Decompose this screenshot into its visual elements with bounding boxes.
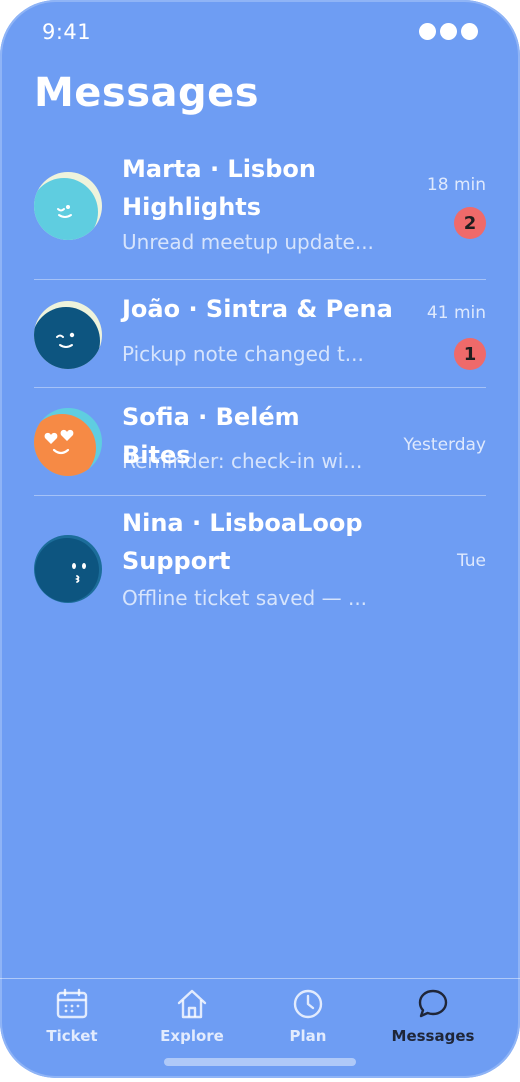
- status-dot: [440, 23, 457, 40]
- chat-bubble-icon: [418, 989, 448, 1018]
- phone-screen: 9:41 Messages Marta · Lisbon Highlights …: [0, 0, 520, 1078]
- home-indicator[interactable]: [164, 1058, 356, 1066]
- conversation-time: 18 min: [426, 175, 486, 195]
- tab-ticket[interactable]: Ticket: [12, 987, 132, 1045]
- conversation-name: Marta · Lisbon Highlights: [122, 155, 316, 221]
- home-icon: [177, 989, 207, 1019]
- conversation-name: Nina · LisboaLoop Support: [122, 509, 363, 575]
- wink-face-icon: [34, 301, 102, 369]
- tab-label: Ticket: [46, 1027, 98, 1045]
- conversation-time: Tue: [456, 551, 486, 571]
- conversation-time: Yesterday: [403, 435, 486, 455]
- conversation-preview: Reminder: check-in wi...: [122, 449, 363, 473]
- conversation-row-nina[interactable]: Nina · LisboaLoop Support Offline ticket…: [34, 496, 486, 636]
- status-time: 9:41: [42, 20, 92, 44]
- tab-explore[interactable]: Explore: [132, 987, 252, 1045]
- kiss-face-icon: [34, 535, 102, 603]
- calendar-icon: [56, 988, 88, 1019]
- conversation-preview: Unread meetup update...: [122, 230, 374, 254]
- conversation-time: 41 min: [426, 303, 486, 323]
- heart-eyes-face-icon: [34, 408, 102, 476]
- conversation-name: João · Sintra & Pena: [122, 295, 393, 323]
- wink-face-icon: [34, 172, 102, 240]
- clock-icon: [293, 989, 323, 1019]
- status-dot: [461, 23, 478, 40]
- page-title: Messages: [34, 70, 260, 116]
- tab-label: Plan: [289, 1027, 327, 1045]
- conversation-preview: Pickup note changed t...: [122, 342, 364, 366]
- tab-label: Explore: [160, 1027, 224, 1045]
- tab-plan[interactable]: Plan: [248, 987, 368, 1045]
- status-indicators: [419, 23, 478, 40]
- conversation-row-marta[interactable]: Marta · Lisbon Highlights Unread meetup …: [34, 142, 486, 280]
- conversation-list: Marta · Lisbon Highlights Unread meetup …: [34, 142, 486, 636]
- conversation-row-sofia[interactable]: Sofia · Belém Bites Reminder: check-in w…: [34, 388, 486, 496]
- conversation-row-joao[interactable]: João · Sintra & Pena Pickup note changed…: [34, 280, 486, 388]
- unread-badge: 2: [454, 207, 486, 239]
- tab-label: Messages: [391, 1027, 475, 1045]
- status-dot: [419, 23, 436, 40]
- tab-messages[interactable]: Messages: [373, 987, 493, 1045]
- conversation-preview: Offline ticket saved — ...: [122, 586, 368, 610]
- unread-badge: 1: [454, 338, 486, 370]
